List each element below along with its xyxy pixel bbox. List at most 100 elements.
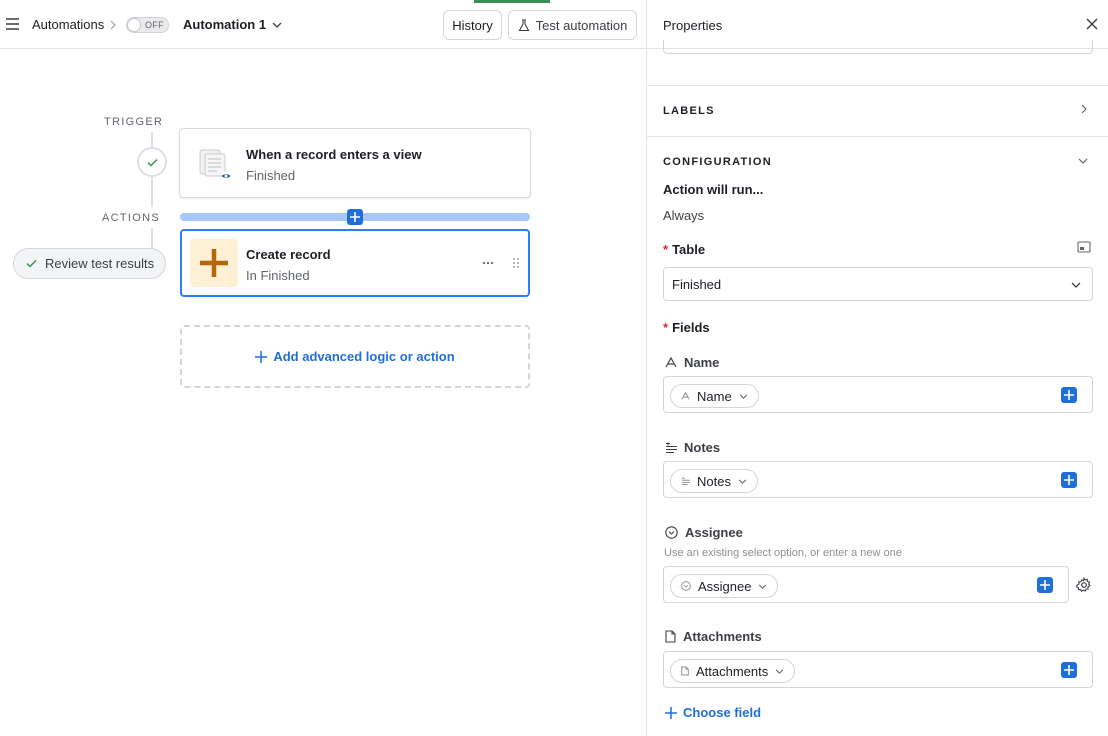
action-card-create-record[interactable]: Create record In Finished: [180, 229, 530, 297]
history-button-label: History: [452, 17, 493, 33]
fields-label-text: Fields: [672, 320, 710, 335]
expand-icon[interactable]: [1077, 241, 1091, 253]
chevron-down-icon: [776, 668, 784, 674]
drag-handle-icon[interactable]: [512, 257, 520, 269]
gear-icon[interactable]: [1076, 577, 1092, 593]
field-name-input[interactable]: Name: [663, 376, 1093, 413]
breadcrumb-automations[interactable]: Automations: [32, 17, 104, 32]
connector-line: [151, 228, 153, 248]
add-token-plus-icon[interactable]: [1037, 577, 1053, 593]
more-options-icon[interactable]: [482, 261, 494, 265]
divider: [647, 136, 1108, 137]
field-name-label-text: Name: [684, 355, 720, 370]
chevron-right-icon[interactable]: [1081, 104, 1087, 114]
field-attachments-input[interactable]: Attachments: [663, 651, 1093, 688]
connector-line: [151, 132, 153, 147]
add-logic-or-action-button[interactable]: Add advanced logic or action: [180, 325, 530, 388]
trigger-status-check: [137, 147, 167, 177]
plus-record-icon: [190, 239, 238, 287]
add-token-plus-icon[interactable]: [1061, 387, 1077, 403]
text-icon: [665, 357, 677, 368]
select-icon: [681, 581, 691, 591]
action-runs-value: Always: [663, 208, 705, 223]
table-label: * Table: [663, 242, 706, 257]
chevron-right-icon: [110, 20, 116, 30]
configuration-section-header[interactable]: CONFIGURATION: [663, 156, 772, 168]
field-attachments-chip[interactable]: Attachments: [670, 659, 796, 683]
trigger-section-label: TRIGGER: [104, 116, 164, 128]
flask-icon: [518, 18, 530, 32]
plus-icon: [665, 706, 677, 719]
action-card-title: Create record: [246, 247, 331, 262]
trigger-card[interactable]: When a record enters a view Finished: [179, 128, 531, 198]
field-assignee-label: Assignee: [665, 525, 743, 540]
field-attachments-chip-label: Attachments: [696, 663, 769, 679]
field-attachments-label: Attachments: [665, 629, 762, 644]
attachment-icon: [681, 666, 689, 676]
text-icon: [681, 392, 690, 400]
field-assignee-input[interactable]: Assignee: [663, 566, 1069, 603]
labels-section-header[interactable]: LABELS: [663, 105, 715, 117]
plus-icon: [255, 350, 268, 363]
chevron-down-icon: [739, 393, 747, 399]
field-notes-label: Notes: [665, 440, 720, 455]
review-test-results-button[interactable]: Review test results: [13, 248, 166, 279]
toggle-knob: [128, 19, 140, 31]
test-automation-label: Test automation: [535, 17, 628, 33]
insert-step-plus-icon[interactable]: [347, 209, 363, 225]
automation-name[interactable]: Automation 1: [183, 17, 266, 32]
field-name-label: Name: [665, 355, 719, 370]
actions-section-label: ACTIONS: [102, 212, 160, 224]
chevron-down-icon[interactable]: [272, 22, 282, 28]
action-card-subtitle: In Finished: [246, 268, 310, 283]
choose-field-label: Choose field: [683, 705, 762, 720]
fields-label: * Fields: [663, 320, 710, 335]
field-assignee-hint: Use an existing select option, or enter …: [664, 547, 902, 559]
field-name-chip[interactable]: Name: [670, 384, 759, 408]
connector-line: [151, 177, 153, 207]
review-test-results-label: Review test results: [45, 256, 155, 271]
active-tab-indicator: [474, 0, 550, 3]
field-attachments-label-text: Attachments: [683, 629, 762, 644]
properties-panel: Properties LABELS CONFIGURATION Action w…: [646, 0, 1108, 736]
add-token-plus-icon[interactable]: [1061, 662, 1077, 678]
field-notes-input[interactable]: Notes: [663, 461, 1093, 498]
table-select[interactable]: Finished: [663, 267, 1093, 301]
field-name-chip-label: Name: [697, 388, 732, 404]
chevron-down-icon: [1071, 282, 1081, 288]
table-label-text: Table: [672, 242, 706, 257]
action-runs-label: Action will run...: [663, 182, 764, 197]
choose-field-button[interactable]: Choose field: [665, 705, 761, 720]
close-icon[interactable]: [1086, 18, 1098, 30]
trigger-card-title: When a record enters a view: [246, 147, 422, 162]
divider: [647, 85, 1108, 86]
field-notes-label-text: Notes: [684, 440, 721, 455]
history-button[interactable]: History: [443, 10, 502, 40]
trigger-card-subtitle: Finished: [246, 168, 296, 183]
check-icon: [146, 158, 158, 167]
field-assignee-chip[interactable]: Assignee: [670, 574, 779, 598]
top-bar: Automations OFF Automation 1 History Tes…: [0, 0, 646, 49]
chevron-down-icon: [759, 583, 767, 589]
toggle-label: OFF: [145, 20, 164, 30]
test-automation-button[interactable]: Test automation: [508, 10, 637, 40]
long-text-icon: [666, 442, 677, 453]
select-icon: [665, 526, 678, 539]
table-select-value: Finished: [672, 277, 722, 292]
check-icon: [26, 259, 37, 268]
description-input[interactable]: [663, 40, 1093, 54]
attachment-icon: [665, 630, 676, 643]
field-notes-chip-label: Notes: [697, 473, 731, 489]
long-text-icon: [681, 477, 690, 485]
menu-icon[interactable]: [6, 18, 19, 30]
panel-title: Properties: [663, 18, 723, 33]
field-assignee-label-text: Assignee: [685, 525, 743, 540]
automation-toggle[interactable]: OFF: [126, 17, 169, 33]
view-table-icon: [198, 147, 232, 181]
add-logic-label: Add advanced logic or action: [273, 349, 455, 364]
field-notes-chip[interactable]: Notes: [670, 469, 758, 493]
chevron-down-icon[interactable]: [1078, 158, 1088, 164]
chevron-down-icon: [738, 478, 747, 484]
add-token-plus-icon[interactable]: [1061, 472, 1077, 488]
field-assignee-chip-label: Assignee: [698, 578, 752, 594]
